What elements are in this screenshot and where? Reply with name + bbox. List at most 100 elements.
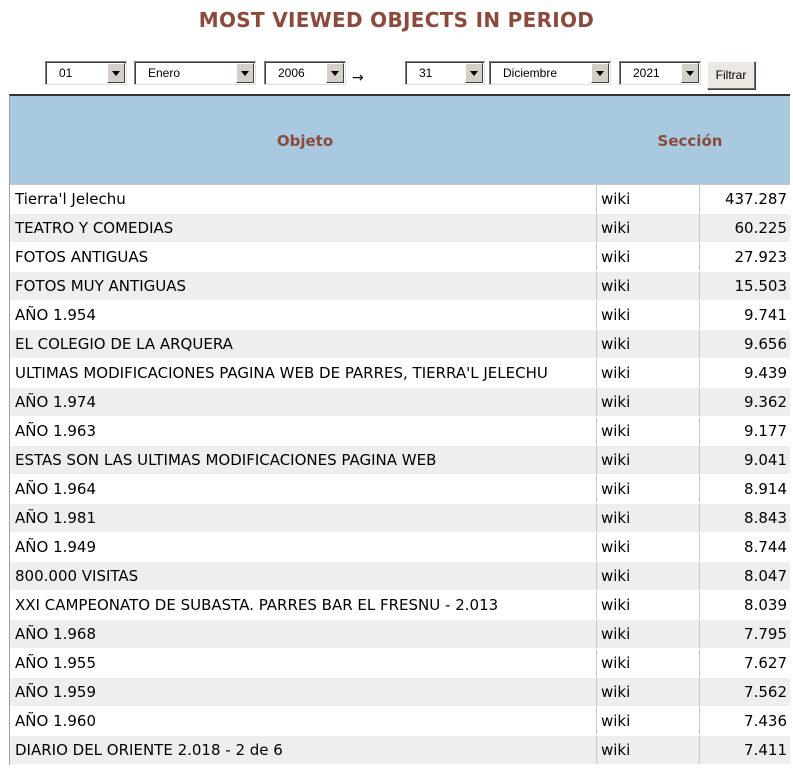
table-row: TEATRO Y COMEDIAS wiki 60.225: [10, 214, 790, 243]
table-row: FOTOS ANTIGUAS wiki 27.923: [10, 243, 790, 272]
chevron-down-icon: [596, 71, 604, 76]
cell-objeto[interactable]: AÑO 1.981: [10, 504, 597, 532]
filter-button[interactable]: Filtrar: [707, 61, 755, 89]
table-body: Tierra'l Jelechu wiki 437.287 TEATRO Y COME…: [10, 185, 790, 765]
cell-visitas: 7.795: [744, 625, 787, 643]
cell-objeto[interactable]: AÑO 1.949: [10, 533, 597, 561]
cell-visitas: 7.627: [744, 654, 787, 672]
to-month-select[interactable]: Diciembre: [489, 61, 611, 85]
cell-objeto[interactable]: AÑO 1.954: [10, 301, 597, 329]
cell-objeto[interactable]: AÑO 1.960: [10, 707, 597, 735]
to-year-select[interactable]: 2021: [619, 61, 701, 85]
cell-objeto[interactable]: AÑO 1.974: [10, 388, 597, 416]
cell-objeto[interactable]: AÑO 1.963: [10, 417, 597, 445]
cell-seccion: wiki: [597, 359, 700, 387]
table-row: FOTOS MUY ANTIGUAS wiki 15.503: [10, 272, 790, 301]
cell-objeto[interactable]: DIARIO DEL ORIENTE 2.018 - 2 de 6: [10, 736, 597, 764]
table-row: AÑO 1.959 wiki 7.562: [10, 678, 790, 707]
table-row: AÑO 1.954 wiki 9.741: [10, 301, 790, 330]
cell-seccion: wiki: [597, 649, 700, 677]
cell-visitas: 9.177: [744, 422, 787, 440]
cell-visitas: 7.562: [744, 683, 787, 701]
table-row: AÑO 1.981 wiki 8.843: [10, 504, 790, 533]
table-row: EL COLEGIO DE LA ARQUERA wiki 9.656: [10, 330, 790, 359]
cell-objeto[interactable]: AÑO 1.955: [10, 649, 597, 677]
cell-visitas: 9.041: [744, 451, 787, 469]
table-row: AÑO 1.968 wiki 7.795: [10, 620, 790, 649]
column-header-objeto[interactable]: Objeto: [10, 132, 600, 150]
from-year-select[interactable]: 2006: [264, 61, 346, 85]
cell-seccion: wiki: [597, 185, 700, 213]
range-arrow-icon: →: [352, 70, 364, 86]
to-month-dropdown-button[interactable]: [591, 63, 609, 83]
cell-visitas: 15.503: [734, 277, 788, 295]
cell-visitas: 8.039: [744, 596, 787, 614]
cell-seccion: wiki: [597, 388, 700, 416]
cell-objeto[interactable]: FOTOS ANTIGUAS: [10, 243, 597, 271]
cell-seccion: wiki: [597, 446, 700, 474]
from-day-dropdown-button[interactable]: [107, 63, 125, 83]
from-day-select[interactable]: 01: [45, 61, 127, 85]
chevron-down-icon: [112, 71, 120, 76]
cell-seccion: wiki: [597, 591, 700, 619]
cell-objeto[interactable]: FOTOS MUY ANTIGUAS: [10, 272, 597, 300]
cell-visitas: 9.439: [744, 364, 787, 382]
cell-objeto[interactable]: 800.000 VISITAS: [10, 562, 597, 590]
table-row: AÑO 1.960 wiki 7.436: [10, 707, 790, 736]
table-row: XXI CAMPEONATO DE SUBASTA. PARRES BAR EL…: [10, 591, 790, 620]
cell-seccion: wiki: [597, 301, 700, 329]
cell-objeto[interactable]: TEATRO Y COMEDIAS: [10, 214, 597, 242]
cell-visitas: 8.914: [744, 480, 787, 498]
table-row: AÑO 1.963 wiki 9.177: [10, 417, 790, 446]
cell-seccion: wiki: [597, 272, 700, 300]
cell-visitas: 8.744: [744, 538, 787, 556]
cell-seccion: wiki: [597, 475, 700, 503]
cell-visitas: 8.047: [744, 567, 787, 585]
table-row: AÑO 1.964 wiki 8.914: [10, 475, 790, 504]
cell-visitas: 437.287: [724, 190, 787, 208]
cell-objeto[interactable]: ESTAS SON LAS ULTIMAS MODIFICACIONES PAG…: [10, 446, 597, 474]
cell-objeto[interactable]: AÑO 1.959: [10, 678, 597, 706]
to-day-value: 31: [419, 66, 433, 80]
cell-objeto[interactable]: EL COLEGIO DE LA ARQUERA: [10, 330, 597, 358]
table-header: Objeto Sección: [10, 96, 790, 185]
to-day-dropdown-button[interactable]: [465, 63, 483, 83]
date-filter-bar: 01 Enero 2006 → 31 Diciembre 2021 Filtra…: [0, 0, 793, 100]
cell-objeto[interactable]: AÑO 1.968: [10, 620, 597, 648]
table-row: ESTAS SON LAS ULTIMAS MODIFICACIONES PAG…: [10, 446, 790, 475]
cell-visitas: 9.362: [744, 393, 787, 411]
cell-visitas: 8.843: [744, 509, 787, 527]
cell-objeto[interactable]: AÑO 1.964: [10, 475, 597, 503]
table-row: AÑO 1.974 wiki 9.362: [10, 388, 790, 417]
cell-objeto[interactable]: ULTIMAS MODIFICACIONES PAGINA WEB DE PAR…: [10, 359, 597, 387]
to-year-dropdown-button[interactable]: [681, 63, 699, 83]
column-header-seccion[interactable]: Sección: [640, 132, 740, 150]
cell-seccion: wiki: [597, 678, 700, 706]
cell-objeto[interactable]: Tierra'l Jelechu: [10, 185, 597, 213]
cell-seccion: wiki: [597, 562, 700, 590]
cell-seccion: wiki: [597, 504, 700, 532]
cell-seccion: wiki: [597, 330, 700, 358]
results-table: Objeto Sección Tierra'l Jelechu wiki 437.2…: [9, 94, 790, 765]
cell-seccion: wiki: [597, 417, 700, 445]
cell-objeto[interactable]: XXI CAMPEONATO DE SUBASTA. PARRES BAR EL…: [10, 591, 597, 619]
cell-seccion: wiki: [597, 736, 700, 764]
cell-seccion: wiki: [597, 620, 700, 648]
from-month-dropdown-button[interactable]: [236, 63, 254, 83]
cell-seccion: wiki: [597, 707, 700, 735]
to-month-value: Diciembre: [503, 66, 558, 80]
from-year-dropdown-button[interactable]: [326, 63, 344, 83]
cell-visitas: 7.436: [744, 712, 787, 730]
to-day-select[interactable]: 31: [405, 61, 485, 85]
cell-seccion: wiki: [597, 243, 700, 271]
table-row: Tierra'l Jelechu wiki 437.287: [10, 185, 790, 214]
cell-visitas: 27.923: [734, 248, 788, 266]
to-year-value: 2021: [633, 66, 660, 80]
table-row: 800.000 VISITAS wiki 8.047: [10, 562, 790, 591]
from-month-value: Enero: [148, 66, 181, 80]
table-row: DIARIO DEL ORIENTE 2.018 - 2 de 6 wiki 7.4…: [10, 736, 790, 765]
table-row: ULTIMAS MODIFICACIONES PAGINA WEB DE PAR…: [10, 359, 790, 388]
from-month-select[interactable]: Enero: [134, 61, 256, 85]
chevron-down-icon: [331, 71, 339, 76]
cell-seccion: wiki: [597, 533, 700, 561]
